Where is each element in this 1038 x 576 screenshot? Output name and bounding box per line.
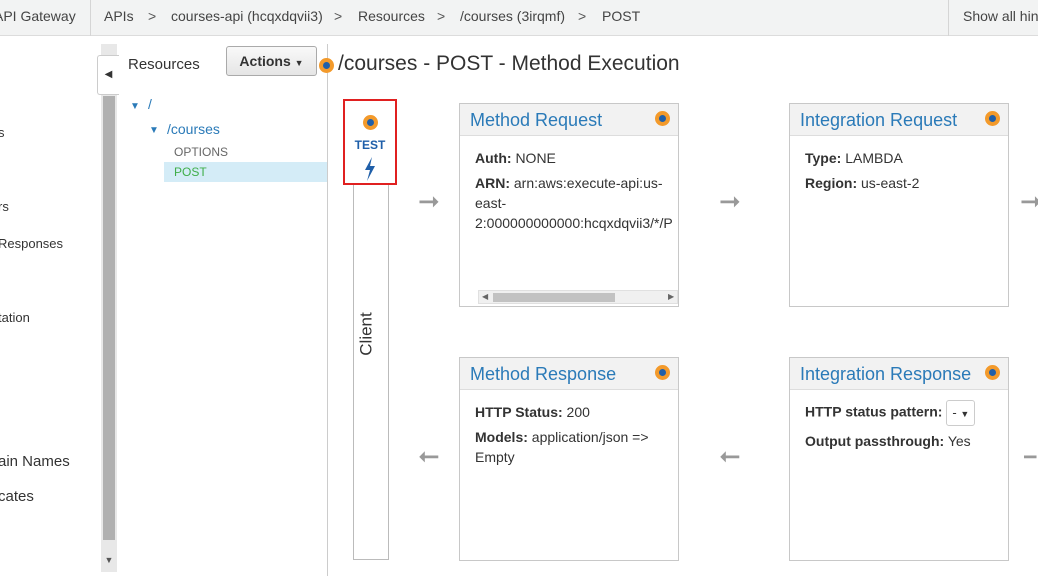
breadcrumb-api-name[interactable]: courses-api (hcqxdqvii3): [171, 0, 323, 36]
field-key: Type:: [805, 150, 842, 166]
integration-response-link[interactable]: Integration Response: [800, 364, 971, 385]
field-key: Auth:: [475, 150, 512, 166]
passthrough-value: Yes: [947, 433, 971, 449]
arrow-left-icon: ➞: [418, 441, 440, 471]
method-request-card: Method Request Auth: NONE ARN: arn:aws:e…: [459, 103, 679, 307]
scroll-right-icon[interactable]: ▶: [668, 291, 674, 303]
tree-item-root[interactable]: /: [148, 96, 152, 112]
test-label: TEST: [354, 138, 386, 152]
nav-item[interactable]: cates: [0, 488, 34, 505]
lightning-bolt-icon: [365, 157, 375, 181]
type-value: LAMBDA: [845, 150, 903, 166]
card-body: Type: LAMBDA Region: us-east-2: [790, 136, 1008, 193]
arrow-left-icon: ➞: [719, 441, 741, 471]
arn-value-line: arn:aws:execute-api:us-: [513, 175, 663, 191]
breadcrumb-separator: >: [148, 8, 157, 24]
left-navigation: s rs Responses tation ain Names cates: [0, 36, 96, 576]
breadcrumb-divider: [90, 0, 91, 36]
integration-request-link[interactable]: Integration Request: [800, 110, 957, 131]
expand-arrow-icon[interactable]: ▼: [130, 101, 140, 112]
collapse-sidebar-button[interactable]: ◀: [97, 55, 119, 95]
scrollbar-thumb[interactable]: [493, 293, 615, 302]
region-value: us-east-2: [861, 175, 920, 191]
arrow-right-icon: ➞: [1020, 191, 1038, 211]
card-header: Integration Response: [790, 358, 1008, 390]
breadcrumb-resources[interactable]: Resources: [358, 0, 425, 36]
caret-down-icon: ▼: [960, 409, 970, 419]
info-dot-icon[interactable]: [319, 58, 334, 73]
resources-heading: Resources: [128, 56, 200, 73]
tree-method-options[interactable]: OPTIONS: [164, 142, 327, 162]
select-value: -: [952, 405, 957, 420]
nav-item[interactable]: tation: [0, 310, 30, 325]
breadcrumb-separator: >: [437, 8, 446, 24]
nav-item[interactable]: rs: [0, 199, 9, 214]
nav-item[interactable]: Responses: [0, 236, 63, 251]
nav-item[interactable]: s: [0, 125, 5, 140]
info-dot-icon[interactable]: [985, 111, 1000, 126]
field-key: Region:: [805, 175, 858, 191]
info-dot-icon: [363, 115, 378, 130]
arn-value-line: 2:000000000000:hcqxdqvii3/*/P: [475, 215, 673, 231]
caret-down-icon: ▼: [294, 58, 304, 68]
resources-scrollbar-thumb[interactable]: [103, 96, 115, 540]
arn-value-line: east-: [475, 195, 507, 211]
field-key: HTTP status pattern:: [805, 403, 943, 420]
actions-dropdown-button[interactable]: Actions ▼: [226, 46, 317, 76]
breadcrumb-service[interactable]: API Gateway: [0, 0, 76, 36]
chevron-left-icon: ◀: [104, 69, 113, 80]
models-value-cont: Empty: [475, 449, 515, 465]
client-label: Client: [356, 312, 376, 356]
integration-response-card: Integration Response HTTP status pattern…: [789, 357, 1009, 561]
breadcrumb-separator: >: [578, 8, 587, 24]
horizontal-scrollbar[interactable]: ◀ ▶: [478, 290, 678, 304]
show-hints-button[interactable]: Show all hints: [948, 0, 1038, 36]
method-response-card: Method Response HTTP Status: 200 Models:…: [459, 357, 679, 561]
top-breadcrumb-bar: API Gateway APIs > courses-api (hcqxdqvi…: [0, 0, 1038, 36]
breadcrumb-separator: >: [334, 8, 343, 24]
field-key: ARN:: [475, 175, 510, 191]
tree-method-post[interactable]: POST: [164, 162, 327, 182]
field-key: HTTP Status:: [475, 404, 563, 420]
breadcrumb-resource-path[interactable]: /courses (3irqmf): [460, 0, 565, 36]
field-key: Output passthrough:: [805, 433, 945, 449]
status-pattern-select[interactable]: - ▼: [946, 400, 976, 426]
arrow-left-icon: ➞: [1024, 446, 1038, 466]
arrow-right-icon: ➞: [719, 186, 741, 216]
test-button[interactable]: TEST: [343, 99, 397, 185]
method-request-link[interactable]: Method Request: [470, 110, 602, 131]
info-dot-icon[interactable]: [655, 111, 670, 126]
card-header: Integration Request: [790, 104, 1008, 136]
integration-request-card: Integration Request Type: LAMBDA Region:…: [789, 103, 1009, 307]
info-dot-icon[interactable]: [985, 365, 1000, 380]
card-body: HTTP status pattern: - ▼ Output passthro…: [790, 390, 1008, 451]
card-body: HTTP Status: 200 Models: application/jso…: [460, 390, 678, 467]
status-value: 200: [566, 404, 590, 420]
card-body: Auth: NONE ARN: arn:aws:execute-api:us- …: [460, 136, 678, 233]
card-header: Method Request: [460, 104, 678, 136]
nav-item[interactable]: ain Names: [0, 453, 70, 470]
auth-value: NONE: [515, 150, 556, 166]
scroll-down-arrow-icon[interactable]: ▼: [101, 552, 117, 568]
info-dot-icon[interactable]: [655, 365, 670, 380]
expand-arrow-icon[interactable]: ▼: [149, 125, 159, 136]
breadcrumb-apis[interactable]: APIs: [104, 0, 134, 36]
arrow-right-icon: ➞: [418, 186, 440, 216]
models-value: application/json =>: [531, 429, 649, 445]
tree-item-courses[interactable]: /courses: [167, 121, 220, 137]
breadcrumb-method: POST: [602, 8, 641, 24]
card-header: Method Response: [460, 358, 678, 390]
actions-label: Actions: [239, 53, 291, 69]
panel-divider: [327, 44, 328, 576]
client-label-wrap: Client: [353, 312, 389, 355]
method-response-link[interactable]: Method Response: [470, 364, 616, 385]
field-key: Models:: [475, 429, 528, 445]
page-title: /courses - POST - Method Execution: [338, 52, 680, 75]
scroll-left-icon[interactable]: ◀: [482, 291, 488, 303]
